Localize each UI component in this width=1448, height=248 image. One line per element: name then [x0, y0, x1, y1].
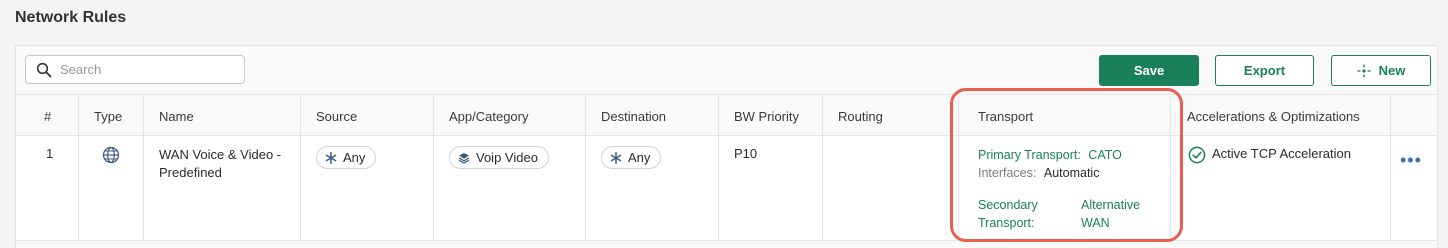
column-header-routing[interactable]: Routing: [823, 96, 959, 135]
new-button[interactable]: New: [1331, 55, 1431, 86]
source-chip-label: Any: [343, 150, 366, 165]
app-category-chip-label: Voip Video: [476, 150, 538, 165]
column-header-index[interactable]: #: [16, 96, 79, 135]
new-rule-icon: [1357, 64, 1371, 77]
page-title: Network Rules: [15, 9, 127, 26]
new-button-label: New: [1378, 63, 1406, 78]
secondary-transport-value[interactable]: Alternative WAN: [1081, 196, 1140, 232]
column-header-app-category[interactable]: App/Category: [434, 96, 586, 135]
row-routing: [823, 136, 959, 240]
search-icon: [36, 62, 52, 77]
primary-transport-line: Primary Transport: CATO: [978, 146, 1170, 164]
check-circle-icon: [1188, 146, 1206, 164]
interfaces-line: Interfaces: Automatic: [978, 164, 1170, 182]
row-bw-priority: P10: [719, 136, 823, 240]
column-header-name[interactable]: Name: [144, 96, 301, 135]
table-header: # Type Name Source App/Category Destinat…: [16, 96, 1437, 136]
row-index: 1: [16, 136, 79, 240]
asterisk-icon: [610, 151, 622, 164]
primary-transport-label: Primary Transport:: [978, 148, 1081, 162]
column-header-destination[interactable]: Destination: [586, 96, 719, 135]
app-category-chip[interactable]: Voip Video: [449, 146, 549, 169]
toolbar: Save Export New: [16, 46, 1437, 95]
row-accelerations: Active TCP Acceleration: [1171, 136, 1391, 240]
search-input[interactable]: [60, 62, 230, 77]
row-app-category: Voip Video: [434, 136, 586, 240]
search-box[interactable]: [25, 55, 245, 84]
column-header-transport[interactable]: Transport: [959, 96, 1171, 135]
rules-panel: Save Export New # Type Name Source App/C…: [15, 45, 1438, 248]
export-button[interactable]: Export: [1215, 55, 1314, 86]
more-options-icon[interactable]: •••: [1400, 150, 1422, 171]
interfaces-value: Automatic: [1043, 166, 1100, 180]
secondary-transport-label: Secondary Transport:: [978, 198, 1038, 230]
primary-transport-value[interactable]: CATO: [1088, 148, 1122, 162]
interfaces-label: Interfaces:: [978, 166, 1037, 180]
row-type: [79, 136, 144, 240]
row-name: WAN Voice & Video - Predefined: [144, 136, 301, 240]
destination-chip[interactable]: Any: [601, 146, 662, 169]
acceleration-label: Active TCP Acceleration: [1212, 146, 1351, 161]
row-destination: Any: [586, 136, 719, 240]
row-transport: Primary Transport: CATO Interfaces: Auto…: [959, 136, 1171, 240]
source-chip[interactable]: Any: [316, 146, 377, 169]
column-header-bw-priority[interactable]: BW Priority: [719, 96, 823, 135]
row-source: Any: [301, 136, 434, 240]
asterisk-icon: [325, 151, 337, 164]
save-button[interactable]: Save: [1099, 55, 1199, 86]
secondary-transport-line: Secondary Transport: Alternative WAN: [978, 196, 1170, 232]
table-row[interactable]: 1 WAN Voice & Video - Predefined Any Voi…: [16, 136, 1437, 241]
column-header-type[interactable]: Type: [79, 96, 144, 135]
column-header-actions: [1391, 96, 1439, 135]
column-header-source[interactable]: Source: [301, 96, 434, 135]
column-header-accelerations[interactable]: Accelerations & Optimizations: [1171, 96, 1391, 135]
destination-chip-label: Any: [628, 150, 651, 165]
globe-icon: [102, 146, 120, 164]
layers-icon: [458, 152, 470, 164]
